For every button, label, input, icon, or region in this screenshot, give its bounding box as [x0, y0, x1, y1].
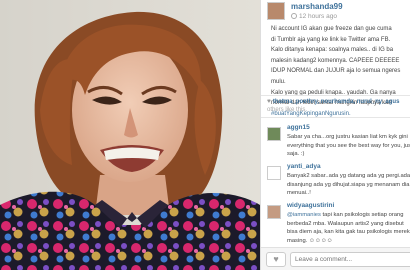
- comment-username[interactable]: yanti_adya: [287, 163, 321, 170]
- caption-line: mulu.: [271, 78, 286, 85]
- comment-mention[interactable]: @iammanies: [287, 212, 321, 218]
- post-photo[interactable]: [0, 0, 260, 270]
- divider: [261, 95, 410, 96]
- post-timestamp: 12 hours ago: [299, 13, 337, 20]
- post-header: marshanda99 12 hours ago: [261, 0, 410, 22]
- caption-line: Ni account IG akan gue freeze dan gue cu…: [271, 26, 392, 32]
- comment-text: Sabar ya cha...org justru kasian liat km…: [287, 133, 410, 159]
- comment-footer: ♥: [261, 247, 410, 270]
- caption-line: malesin kadang2 komennya. CAPEEE DEEEEE: [271, 57, 400, 64]
- comment-input[interactable]: [290, 252, 410, 267]
- avatar[interactable]: [267, 166, 281, 180]
- avatar[interactable]: [267, 2, 285, 20]
- comment-line: masing. ☺☺☺☺: [287, 237, 333, 244]
- comment-text: Banyak2 sabar..ada yg datang ada yg perg…: [287, 172, 410, 198]
- photo-illustration: [0, 0, 260, 270]
- comment-line: tapi kan psikologis setiap orang: [320, 212, 404, 218]
- post-username[interactable]: marshanda99: [291, 2, 343, 11]
- comment-line: Sabar ya cha...org justru kasian liat km…: [287, 134, 408, 140]
- likers-list[interactable]: thatma_poethry, nourhamda, nurul_ny_agus: [273, 99, 400, 105]
- comment-username[interactable]: aggn15: [287, 124, 310, 131]
- avatar[interactable]: [267, 127, 281, 141]
- comment-line: disanjung ada yg dihujat.siapa yg menana…: [287, 181, 410, 188]
- comment-text: @iammanies tapi kan psikologis setiap or…: [287, 211, 410, 245]
- like-button[interactable]: ♥: [266, 252, 286, 267]
- comment-line: menuai..!: [287, 190, 311, 196]
- comment-line: Banyak2 sabar..ada yg datang ada yg perg…: [287, 173, 410, 179]
- caption-line: Kalo yang ga peduli knapa.. yaudah. Ga n…: [271, 89, 396, 96]
- caption-line: IDUP NORMAL dan JUJUR aja lo semua ngere…: [271, 68, 401, 75]
- heart-icon: ♥: [267, 98, 271, 105]
- clock-icon: [291, 13, 297, 19]
- likes-others: others like this.: [267, 107, 308, 113]
- comment-line: berbeda2 mba. Walaupun artis2 yang diseb…: [287, 220, 404, 227]
- divider: [261, 117, 410, 118]
- post-details-panel: marshanda99 12 hours ago Ni account IG a…: [260, 0, 410, 270]
- caption-line: di Tumblr aja yang ke link ke Twitter am…: [271, 36, 391, 43]
- avatar[interactable]: [267, 205, 281, 219]
- comment-line: everything that you see the best way for…: [287, 142, 410, 149]
- likes-section: ♥ thatma_poethry, nourhamda, nurul_ny_agu…: [267, 98, 410, 114]
- caption-line: Kalo ditanya kenapa: soalnya males.. di …: [271, 47, 394, 54]
- heart-icon: ♥: [273, 254, 279, 264]
- comment-line: saja. :): [287, 151, 305, 157]
- comment-username[interactable]: widyaagustirini: [287, 202, 334, 209]
- comment-line: bisa diem aja, kan kita gak tau psikolog…: [287, 229, 410, 235]
